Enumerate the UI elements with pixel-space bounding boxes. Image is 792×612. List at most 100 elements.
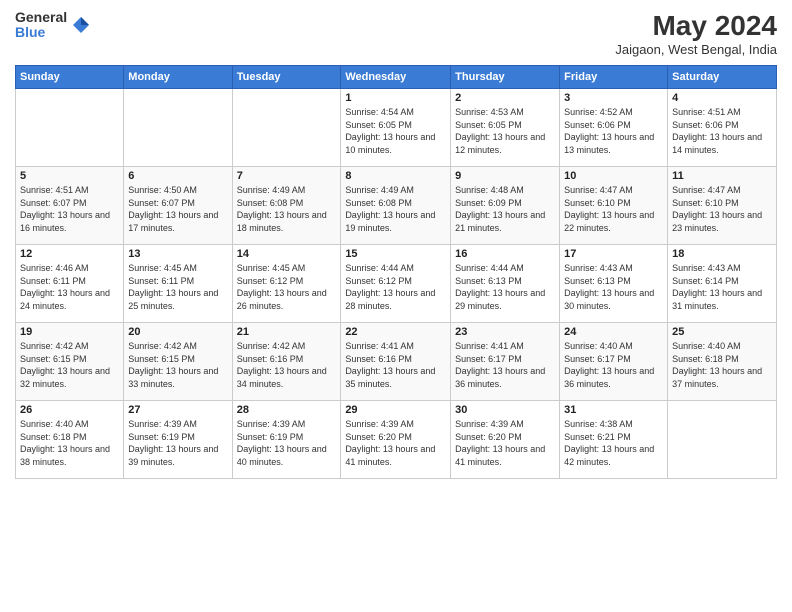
day-cell: 18 Sunrise: 4:43 AM Sunset: 6:14 PM Dayli… [668, 245, 777, 323]
col-saturday: Saturday [668, 66, 777, 89]
day-number: 2 [455, 92, 555, 104]
day-cell: 26 Sunrise: 4:40 AM Sunset: 6:18 PM Dayli… [16, 401, 124, 479]
day-number: 24 [564, 326, 663, 338]
day-number: 31 [564, 404, 663, 416]
day-cell: 24 Sunrise: 4:40 AM Sunset: 6:17 PM Dayli… [560, 323, 668, 401]
day-info: Sunrise: 4:43 AM Sunset: 6:13 PM Dayligh… [564, 262, 663, 312]
day-cell [668, 401, 777, 479]
logo-icon [71, 15, 91, 35]
col-thursday: Thursday [451, 66, 560, 89]
day-info: Sunrise: 4:40 AM Sunset: 6:17 PM Dayligh… [564, 340, 663, 390]
day-cell: 16Sunrise: 4:44 AM Sunset: 6:13 PM Dayli… [451, 245, 560, 323]
day-cell: 10Sunrise: 4:47 AM Sunset: 6:10 PM Dayli… [560, 167, 668, 245]
day-number: 6 [128, 170, 227, 182]
day-info: Sunrise: 4:50 AM Sunset: 6:07 PM Dayligh… [128, 184, 227, 234]
day-cell: 29Sunrise: 4:39 AM Sunset: 6:20 PM Dayli… [341, 401, 451, 479]
day-cell: 13 Sunrise: 4:45 AM Sunset: 6:11 PM Dayli… [124, 245, 232, 323]
day-cell: 7 Sunrise: 4:49 AM Sunset: 6:08 PM Daylig… [232, 167, 341, 245]
day-cell: 28 Sunrise: 4:39 AM Sunset: 6:19 PM Dayli… [232, 401, 341, 479]
week-row-0: 1 Sunrise: 4:54 AM Sunset: 6:05 PM Daylig… [16, 89, 777, 167]
day-number: 12 [20, 248, 119, 260]
day-cell: 8 Sunrise: 4:49 AM Sunset: 6:08 PM Daylig… [341, 167, 451, 245]
day-number: 23 [455, 326, 555, 338]
day-info: Sunrise: 4:53 AM Sunset: 6:05 PM Dayligh… [455, 106, 555, 156]
day-info: Sunrise: 4:45 AM Sunset: 6:11 PM Dayligh… [128, 262, 227, 312]
col-monday: Monday [124, 66, 232, 89]
day-info: Sunrise: 4:39 AM Sunset: 6:19 PM Dayligh… [237, 418, 337, 468]
day-cell: 15 Sunrise: 4:44 AM Sunset: 6:12 PM Dayli… [341, 245, 451, 323]
day-number: 8 [345, 170, 446, 182]
day-cell: 19Sunrise: 4:42 AM Sunset: 6:15 PM Dayli… [16, 323, 124, 401]
day-number: 28 [237, 404, 337, 416]
day-number: 30 [455, 404, 555, 416]
col-wednesday: Wednesday [341, 66, 451, 89]
logo-general: General [15, 10, 67, 25]
week-row-1: 5 Sunrise: 4:51 AM Sunset: 6:07 PM Daylig… [16, 167, 777, 245]
day-info: Sunrise: 4:48 AM Sunset: 6:09 PM Dayligh… [455, 184, 555, 234]
day-cell: 1 Sunrise: 4:54 AM Sunset: 6:05 PM Daylig… [341, 89, 451, 167]
day-info: Sunrise: 4:49 AM Sunset: 6:08 PM Dayligh… [237, 184, 337, 234]
day-number: 7 [237, 170, 337, 182]
day-number: 9 [455, 170, 555, 182]
day-number: 19 [20, 326, 119, 338]
day-info: Sunrise: 4:47 AM Sunset: 6:10 PM Dayligh… [672, 184, 772, 234]
day-cell: 20 Sunrise: 4:42 AM Sunset: 6:15 PM Dayli… [124, 323, 232, 401]
day-cell: 3Sunrise: 4:52 AM Sunset: 6:06 PM Daylig… [560, 89, 668, 167]
calendar: Sunday Monday Tuesday Wednesday Thursday… [15, 65, 777, 479]
day-cell [124, 89, 232, 167]
header: General Blue May 2024 Jaigaon, West Beng… [15, 10, 777, 57]
logo-text: General Blue [15, 10, 67, 41]
day-info: Sunrise: 4:39 AM Sunset: 6:20 PM Dayligh… [455, 418, 555, 468]
calendar-header: Sunday Monday Tuesday Wednesday Thursday… [16, 66, 777, 89]
day-info: Sunrise: 4:43 AM Sunset: 6:14 PM Dayligh… [672, 262, 772, 312]
day-info: Sunrise: 4:42 AM Sunset: 6:16 PM Dayligh… [237, 340, 337, 390]
day-info: Sunrise: 4:39 AM Sunset: 6:20 PM Dayligh… [345, 418, 446, 468]
week-row-4: 26 Sunrise: 4:40 AM Sunset: 6:18 PM Dayli… [16, 401, 777, 479]
col-sunday: Sunday [16, 66, 124, 89]
day-number: 5 [20, 170, 119, 182]
day-number: 18 [672, 248, 772, 260]
day-number: 13 [128, 248, 227, 260]
day-cell: 21 Sunrise: 4:42 AM Sunset: 6:16 PM Dayli… [232, 323, 341, 401]
week-row-3: 19 Sunrise: 4:42 AM Sunset: 6:15 PM Dayli… [16, 323, 777, 401]
day-cell: 30 Sunrise: 4:39 AM Sunset: 6:20 PM Dayli… [451, 401, 560, 479]
day-cell: 4Sunrise: 4:51 AM Sunset: 6:06 PM Daylig… [668, 89, 777, 167]
day-info: Sunrise: 4:41 AM Sunset: 6:17 PM Dayligh… [455, 340, 555, 390]
day-info: Sunrise: 4:40 AM Sunset: 6:18 PM Dayligh… [20, 418, 119, 468]
day-number: 21 [237, 326, 337, 338]
day-cell: 2 Sunrise: 4:53 AM Sunset: 6:05 PM Daylig… [451, 89, 560, 167]
day-cell: 27Sunrise: 4:39 AM Sunset: 6:19 PM Dayli… [124, 401, 232, 479]
day-cell: 14Sunrise: 4:45 AM Sunset: 6:12 PM Dayli… [232, 245, 341, 323]
day-info: Sunrise: 4:40 AM Sunset: 6:18 PM Dayligh… [672, 340, 772, 390]
day-number: 10 [564, 170, 663, 182]
day-number: 15 [345, 248, 446, 260]
title-block: May 2024 Jaigaon, West Bengal, India [615, 10, 777, 57]
day-cell [232, 89, 341, 167]
day-info: Sunrise: 4:49 AM Sunset: 6:08 PM Dayligh… [345, 184, 446, 234]
day-info: Sunrise: 4:54 AM Sunset: 6:05 PM Dayligh… [345, 106, 446, 156]
day-cell: 23 Sunrise: 4:41 AM Sunset: 6:17 PM Dayli… [451, 323, 560, 401]
day-cell: 31Sunrise: 4:38 AM Sunset: 6:21 PM Dayli… [560, 401, 668, 479]
page: General Blue May 2024 Jaigaon, West Beng… [0, 0, 792, 612]
day-cell [16, 89, 124, 167]
day-number: 26 [20, 404, 119, 416]
day-info: Sunrise: 4:45 AM Sunset: 6:12 PM Dayligh… [237, 262, 337, 312]
day-info: Sunrise: 4:44 AM Sunset: 6:12 PM Dayligh… [345, 262, 446, 312]
day-info: Sunrise: 4:42 AM Sunset: 6:15 PM Dayligh… [128, 340, 227, 390]
day-cell: 5 Sunrise: 4:51 AM Sunset: 6:07 PM Daylig… [16, 167, 124, 245]
header-row: Sunday Monday Tuesday Wednesday Thursday… [16, 66, 777, 89]
day-info: Sunrise: 4:51 AM Sunset: 6:07 PM Dayligh… [20, 184, 119, 234]
day-cell: 6 Sunrise: 4:50 AM Sunset: 6:07 PM Daylig… [124, 167, 232, 245]
month-title: May 2024 [615, 10, 777, 42]
day-number: 16 [455, 248, 555, 260]
location: Jaigaon, West Bengal, India [615, 42, 777, 57]
day-number: 20 [128, 326, 227, 338]
week-row-2: 12 Sunrise: 4:46 AM Sunset: 6:11 PM Dayli… [16, 245, 777, 323]
day-cell: 22Sunrise: 4:41 AM Sunset: 6:16 PM Dayli… [341, 323, 451, 401]
day-info: Sunrise: 4:46 AM Sunset: 6:11 PM Dayligh… [20, 262, 119, 312]
day-number: 1 [345, 92, 446, 104]
day-cell: 9 Sunrise: 4:48 AM Sunset: 6:09 PM Daylig… [451, 167, 560, 245]
day-info: Sunrise: 4:52 AM Sunset: 6:06 PM Dayligh… [564, 106, 663, 156]
day-cell: 11Sunrise: 4:47 AM Sunset: 6:10 PM Dayli… [668, 167, 777, 245]
day-cell: 12 Sunrise: 4:46 AM Sunset: 6:11 PM Dayli… [16, 245, 124, 323]
